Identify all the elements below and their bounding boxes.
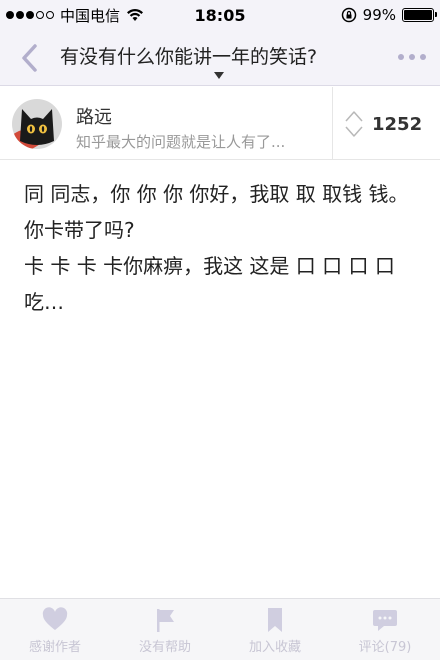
- back-icon[interactable]: [18, 42, 42, 74]
- author-row[interactable]: 路远 知乎最大的问题就是让人有了... 1252: [0, 87, 440, 160]
- heart-icon: [42, 607, 68, 630]
- comment-button[interactable]: 评论(79): [330, 599, 440, 660]
- question-title[interactable]: 有没有什么你能讲一年的笑话?: [60, 42, 380, 69]
- vote-arrows-icon[interactable]: [344, 109, 364, 139]
- comment-icon: [373, 610, 397, 631]
- battery-icon: [402, 8, 437, 22]
- answer-paragraph: 你卡带了吗?: [24, 218, 135, 242]
- signal-strength-icon: [6, 11, 54, 19]
- battery-percent: 99%: [362, 6, 396, 24]
- author-name[interactable]: 路远: [76, 103, 112, 129]
- rotation-lock-icon: [341, 7, 356, 23]
- bookmark-icon: [268, 608, 282, 632]
- more-icon[interactable]: [398, 54, 426, 60]
- flag-icon: [157, 609, 174, 632]
- carrier-name: 中国电信: [60, 6, 121, 25]
- vote-count: 1252: [372, 114, 423, 135]
- wifi-icon: [127, 8, 144, 21]
- collect-label: 加入收藏: [248, 640, 301, 655]
- answer-paragraph: 同 同志，你 你 你 你好，我取 取 取钱 钱。: [24, 182, 409, 206]
- thank-author-label: 感谢作者: [28, 640, 81, 655]
- bottom-toolbar: 感谢作者 没有帮助 加入收藏 评论(79): [0, 598, 440, 660]
- caret-down-icon: [214, 72, 224, 79]
- nav-bar: 有没有什么你能讲一年的笑话?: [0, 30, 440, 86]
- avatar[interactable]: [12, 99, 62, 149]
- collect-button[interactable]: 加入收藏: [220, 599, 330, 660]
- comment-label: 评论(79): [358, 640, 412, 655]
- no-help-label: 没有帮助: [138, 640, 191, 655]
- answer-content: 同 同志，你 你 你 你好，我取 取 取钱 钱。 你卡带了吗? 卡 卡 卡 卡你…: [24, 176, 420, 320]
- status-bar: 中国电信 18:05 99%: [0, 0, 440, 30]
- thank-author-button[interactable]: 感谢作者: [0, 599, 110, 660]
- divider: [332, 87, 333, 160]
- author-bio: 知乎最大的问题就是让人有了...: [76, 133, 286, 151]
- answer-paragraph: 卡 卡 卡 卡你麻痹，我这 这是 口 口 口 口吃…: [24, 254, 395, 314]
- no-help-button[interactable]: 没有帮助: [110, 599, 220, 660]
